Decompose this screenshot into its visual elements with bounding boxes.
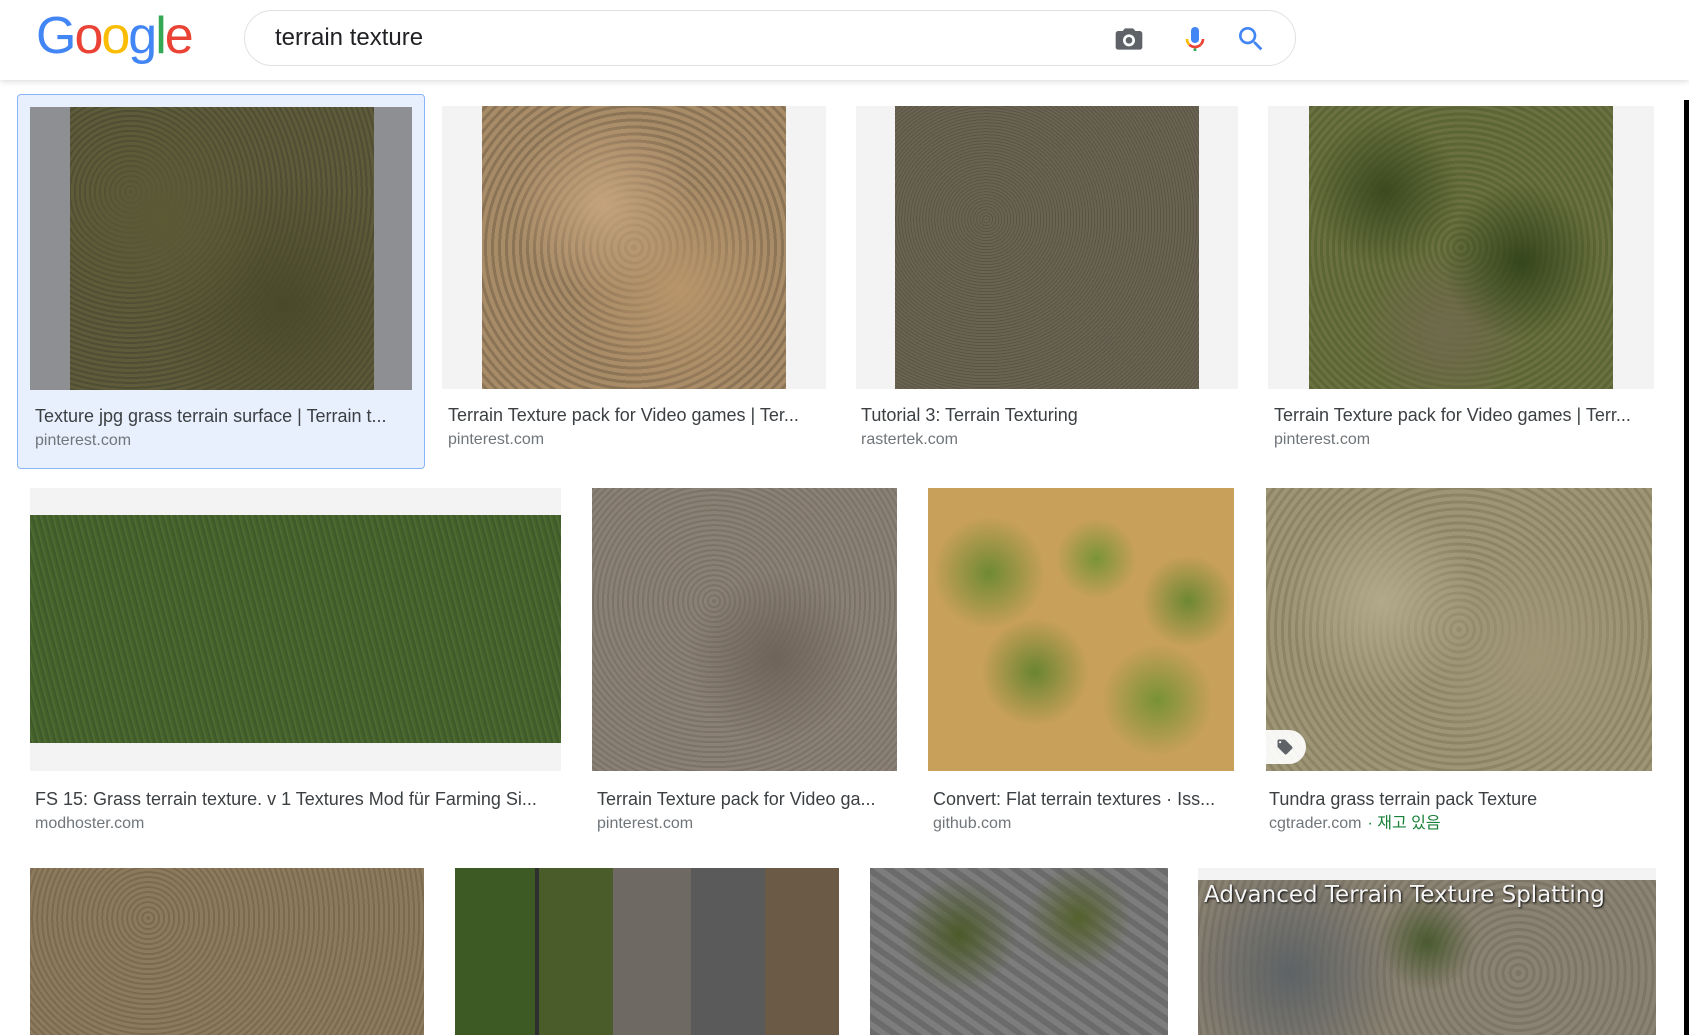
stock-status: · 재고 있음	[1367, 815, 1441, 832]
result-caption[interactable]: FS 15: Grass terrain texture. v 1 Textur…	[35, 788, 555, 810]
result-caption[interactable]: Terrain Texture pack for Video games | T…	[448, 404, 820, 426]
result-source: pinterest.com	[35, 432, 132, 449]
logo-letter: o	[74, 7, 103, 65]
result-caption[interactable]: Convert: Flat terrain textures · Iss...	[933, 788, 1229, 810]
logo-letter: l	[155, 7, 166, 65]
thumbnail-image	[1309, 106, 1613, 389]
thumbnail-image	[70, 107, 374, 390]
thumbnail-image	[592, 488, 897, 771]
thumbnail-image	[30, 868, 424, 1035]
image-result-card[interactable]: Terrain Texture pack for Video games | T…	[442, 94, 826, 469]
thumbnail-image	[1266, 488, 1652, 771]
image-result-card[interactable]: FS 15: Grass terrain texture. v 1 Textur…	[30, 488, 561, 838]
result-caption[interactable]: Terrain Texture pack for Video games | T…	[1274, 404, 1648, 426]
microphone-icon[interactable]	[1179, 23, 1211, 55]
thumbnail-frame	[30, 488, 561, 771]
image-result-card[interactable]: Terrain Texture pack for Video games | T…	[1268, 94, 1654, 469]
thumbnail-frame: Advanced Terrain Texture Splatting	[1198, 868, 1656, 1035]
result-caption[interactable]: Texture jpg grass terrain surface | Terr…	[35, 405, 405, 427]
image-result-card[interactable]: Convert: Flat terrain textures · Iss... …	[928, 488, 1234, 838]
thumbnail-image	[870, 868, 1168, 1035]
thumbnail-frame	[442, 106, 826, 389]
result-source: pinterest.com	[448, 431, 545, 448]
result-source: pinterest.com	[1274, 431, 1371, 448]
thumbnail-frame	[1266, 488, 1652, 771]
result-source: pinterest.com	[597, 815, 694, 832]
search-input[interactable]	[275, 21, 1035, 55]
result-source: github.com	[933, 815, 1012, 832]
logo-letter: G	[36, 7, 76, 65]
search-header: Google	[0, 0, 1689, 80]
result-source: cgtrader.com · 재고 있음	[1269, 814, 1441, 834]
thumbnail-image	[928, 488, 1234, 771]
thumbnail-frame	[1268, 106, 1654, 389]
result-source: modhoster.com	[35, 815, 145, 832]
google-logo[interactable]: Google	[36, 6, 194, 66]
thumbnail-image	[482, 106, 786, 389]
logo-letter: e	[164, 7, 194, 65]
logo-letter: o	[101, 7, 130, 65]
scrollbar[interactable]	[1684, 100, 1689, 1035]
result-caption[interactable]: Tundra grass terrain pack Texture	[1269, 788, 1645, 810]
thumbnail-frame	[870, 868, 1168, 1035]
thumbnail-image	[30, 515, 561, 743]
image-result-card[interactable]: Advanced Terrain Texture Splatting	[1198, 868, 1656, 1035]
result-caption[interactable]: Terrain Texture pack for Video ga...	[597, 788, 893, 810]
search-icon[interactable]	[1235, 23, 1267, 55]
image-result-card[interactable]: Texture jpg grass terrain surface | Terr…	[17, 94, 425, 469]
thumbnail-image	[455, 868, 839, 1035]
thumbnail-frame	[928, 488, 1234, 771]
thumbnail-overlay-title: Advanced Terrain Texture Splatting	[1204, 882, 1605, 908]
thumbnail-frame	[856, 106, 1238, 389]
result-source-domain: cgtrader.com	[1269, 815, 1362, 832]
tag-icon[interactable]	[1266, 730, 1306, 764]
result-caption[interactable]: Tutorial 3: Terrain Texturing	[861, 404, 1233, 426]
search-box	[244, 10, 1296, 66]
logo-letter: g	[128, 7, 157, 65]
thumbnail-image	[895, 106, 1199, 389]
image-result-card[interactable]: Tundra grass terrain pack Texture cgtrad…	[1266, 488, 1652, 838]
image-result-card[interactable]: Tutorial 3: Terrain Texturing rastertek.…	[856, 94, 1238, 469]
thumbnail-frame	[455, 868, 839, 1035]
image-result-card[interactable]: Terrain Texture pack for Video ga... pin…	[592, 488, 897, 838]
thumbnail-frame	[30, 107, 412, 390]
thumbnail-frame	[592, 488, 897, 771]
result-source: rastertek.com	[861, 431, 958, 448]
camera-icon[interactable]	[1113, 23, 1145, 55]
thumbnail-frame	[30, 868, 424, 1035]
image-result-card[interactable]	[870, 868, 1168, 1035]
image-result-card[interactable]	[455, 868, 839, 1035]
image-result-card[interactable]	[30, 868, 424, 1035]
